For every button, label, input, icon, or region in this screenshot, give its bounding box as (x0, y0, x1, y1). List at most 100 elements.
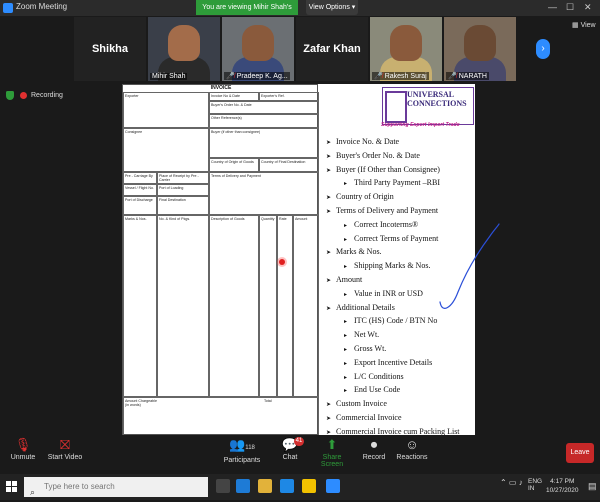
bullet-arrow-icon: ➤ (326, 250, 332, 257)
bullet-text: Terms of Delivery and Payment (336, 205, 439, 215)
bullet-text: Commercial Invoice (336, 412, 402, 422)
system-tray-icons[interactable]: ⌃ ▭ ♪ (500, 478, 523, 487)
mic-muted-icon: 🎤̸ (448, 73, 457, 80)
participant-name: Zafar Khan (303, 43, 361, 55)
participants-button[interactable]: 👥118 Participants (220, 437, 264, 465)
input-language[interactable]: ENG IN (528, 478, 542, 492)
marks-cell: Marks & Nos. (123, 215, 157, 397)
mic-muted-icon: 🎤̸ (226, 73, 235, 80)
participant-gallery: Shikha Mihir Shah 🎤̸ Pradeep K. Ag... Zaf… (0, 17, 600, 85)
chat-unread-badge: 41 (294, 437, 304, 446)
taskbar-clock[interactable]: 4:17 PM 10/27/2020 (546, 477, 579, 495)
participants-icon: 👥118 (229, 437, 255, 452)
slide-bullet: ➤ Commercial Invoice cum Packing List (326, 426, 460, 435)
reactions-button[interactable]: ☺ Reactions (396, 437, 428, 462)
precarriage-cell: Pre - Carriage By (123, 172, 157, 184)
slide-sub-bullet: ▸ Export Incentive Details (326, 357, 460, 371)
bullet-text: ITC (HS) Code / BTN No (354, 316, 438, 326)
quantity-cell: Quantity (259, 215, 277, 397)
share-screen-button[interactable]: ⬆ Share Screen (312, 437, 352, 469)
place-receipt-cell: Place of Receipt by Pre - Carrier (157, 172, 209, 184)
slide-bullet: ➤ Custom Invoice (326, 398, 460, 412)
video-off-icon: ⛝ (60, 437, 70, 452)
search-input[interactable] (44, 482, 194, 491)
view-options-dropdown[interactable]: View Options ▾ (306, 0, 358, 15)
window-title: Zoom Meeting (16, 2, 68, 11)
zoom-app-icon (3, 3, 13, 13)
slide-bullet: ➤ Commercial Invoice (326, 412, 460, 426)
slide-bullet: ➤ Terms of Delivery and Payment (326, 205, 460, 219)
participant-tile-narath[interactable]: 🎤̸ NARATH (444, 17, 516, 81)
zoom-taskbar-icon[interactable] (326, 479, 340, 493)
notifications-icon[interactable]: ▤ (588, 481, 597, 492)
slide-bullet: ➤ Invoice No. & Date (326, 136, 460, 150)
recording-status[interactable]: Recording (31, 92, 63, 99)
bullet-arrow-icon: ▸ (344, 388, 348, 395)
bullet-text: End Use Code (354, 385, 401, 395)
mic-muted-icon: 🎤̸ (374, 73, 383, 80)
sticky-notes-icon[interactable] (302, 479, 316, 493)
reactions-icon: ☺ (405, 437, 419, 452)
maximize-button[interactable]: ☐ (566, 2, 574, 13)
encryption-shield-icon[interactable] (6, 91, 14, 100)
recording-icon (20, 92, 27, 99)
windows-start-icon[interactable] (6, 481, 18, 493)
bullet-arrow-icon: ▸ (344, 222, 348, 229)
bullet-arrow-icon: ▸ (344, 374, 348, 381)
terms-cell: Terms of Delivery and Payment (209, 172, 319, 215)
bullet-arrow-icon: ➤ (326, 195, 332, 202)
bullet-text: Buyer (If Other than Consignee) (336, 164, 440, 174)
bullet-text: Amount (336, 274, 363, 284)
participant-tile-pradeep[interactable]: 🎤̸ Pradeep K. Ag... (222, 17, 294, 81)
bullet-arrow-icon: ▸ (344, 236, 348, 243)
participant-label: 🎤̸ NARATH (446, 72, 489, 80)
bullet-text: Marks & Nos. (336, 247, 382, 257)
bullet-arrow-icon: ▸ (344, 264, 348, 271)
bullet-text: Correct Terms of Payment (354, 233, 439, 243)
bullet-arrow-icon: ▸ (344, 319, 348, 326)
participant-name: Shikha (91, 43, 129, 55)
bullet-arrow-icon: ➤ (326, 429, 332, 435)
bullet-text: Additional Details (336, 302, 395, 312)
participant-tile-rakesh[interactable]: 🎤̸ Rakesh Suraj (370, 17, 442, 81)
file-explorer-icon[interactable] (258, 479, 272, 493)
task-view-icon[interactable] (216, 479, 230, 493)
participant-tile-mihir[interactable]: Mihir Shah (148, 17, 220, 81)
next-page-button[interactable]: › (536, 39, 550, 59)
consignee-cell: Consignee (123, 128, 209, 172)
leave-button[interactable]: Leave (566, 443, 594, 463)
share-screen-icon: ⬆ (326, 437, 338, 452)
invoice-document: INVOICE Exporter Invoice No & Date Expor… (122, 84, 319, 435)
slide-bullet: ➤ Buyer (If Other than Consignee) (326, 164, 460, 178)
bullet-text: Commercial Invoice cum Packing List (336, 426, 460, 435)
bullet-arrow-icon: ➤ (326, 208, 332, 215)
edge-icon[interactable] (236, 479, 250, 493)
participant-tile-zafar[interactable]: Zafar Khan (296, 17, 368, 81)
view-button[interactable]: ▦ View (572, 21, 596, 29)
exporters-ref-cell: Exporter's Ref. (259, 92, 319, 101)
annotation-drawing (439, 223, 500, 309)
bullet-text: Correct Incoterms® (354, 219, 419, 229)
windows-taskbar: ⌕ ⌃ ▭ ♪ ENGIN 4:17 PM10/27/2020 ▤ (0, 474, 600, 500)
minimize-button[interactable]: — (548, 2, 557, 12)
mail-icon[interactable] (280, 479, 294, 493)
shared-screen: INVOICE Exporter Invoice No & Date Expor… (122, 84, 475, 435)
port-discharge-cell: Port of Discharge (123, 196, 157, 215)
bullet-arrow-icon: ▸ (344, 333, 348, 340)
bullet-text: Shipping Marks & Nos. (354, 261, 431, 271)
bullet-text: L/C Conditions (354, 371, 404, 381)
bullet-arrow-icon: ➤ (326, 140, 332, 146)
bullet-arrow-icon: ➤ (326, 153, 332, 160)
unmute-button[interactable]: 🎙 Unmute (8, 438, 38, 462)
bullet-arrow-icon: ➤ (326, 415, 332, 422)
participant-tile-shikha[interactable]: Shikha (74, 17, 146, 81)
slide-bullet: ➤ Buyer's Order No. & Date (326, 150, 460, 164)
close-button[interactable]: ✕ (584, 2, 592, 13)
country-origin-cell: Country of Origin of Goods (209, 158, 259, 172)
final-dest-cell: Final Destination (157, 196, 209, 215)
start-video-button[interactable]: ⛝ Start Video (44, 437, 86, 462)
bullet-arrow-icon: ➤ (326, 277, 332, 284)
taskbar-search[interactable]: ⌕ (24, 477, 208, 497)
slide-sub-bullet: ▸ End Use Code (326, 384, 460, 398)
record-button[interactable]: ⏺ Record (360, 438, 388, 462)
